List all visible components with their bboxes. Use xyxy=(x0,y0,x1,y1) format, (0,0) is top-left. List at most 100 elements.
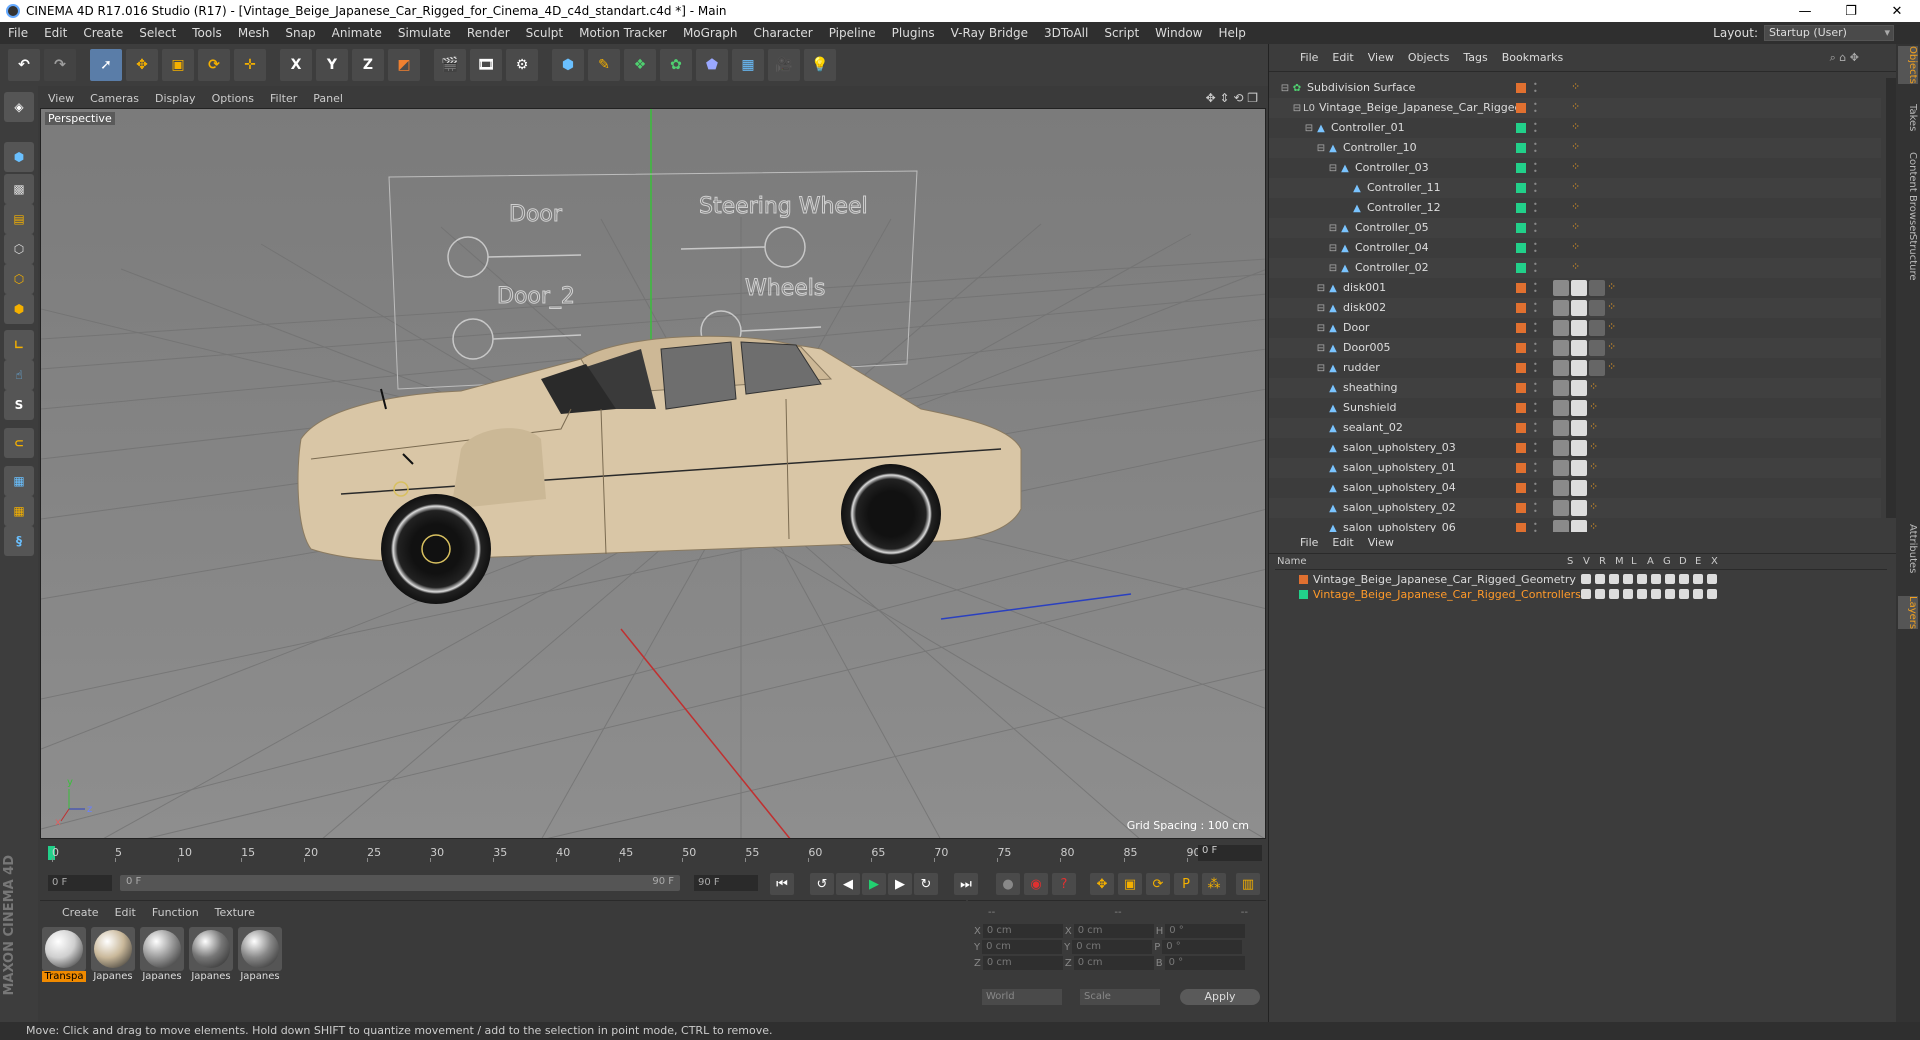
coord-value-field[interactable]: 0 ° xyxy=(1164,956,1245,970)
tag-icon[interactable] xyxy=(1589,320,1605,336)
object-menu-view[interactable]: View xyxy=(1361,51,1401,64)
material-swatch[interactable]: Japanes xyxy=(238,927,282,983)
expand-toggle-icon[interactable]: ⊟ xyxy=(1315,302,1327,314)
tag-icon[interactable] xyxy=(1553,480,1569,496)
undo-icon[interactable]: ↶ xyxy=(8,49,40,81)
timeline-window-icon[interactable]: ▥ xyxy=(1236,873,1260,895)
side-tab-content-browser[interactable]: Content Browser xyxy=(1898,152,1918,235)
object-layer-swatch[interactable] xyxy=(1516,163,1526,173)
layer-row[interactable]: Vintage_Beige_Japanese_Car_Rigged_Contro… xyxy=(1275,587,1887,602)
workplane-mode-icon[interactable]: ▤ xyxy=(4,204,34,234)
record-active-objects-icon[interactable]: ◉ xyxy=(1024,873,1048,895)
object-row[interactable]: ⊟ L0 Vintage_Beige_Japanese_Car_Rigged • • ⁘ xyxy=(1269,98,1881,118)
object-visibility-dots[interactable]: • • xyxy=(1533,441,1539,456)
spline-pen-icon[interactable]: ✎ xyxy=(588,49,620,81)
expand-toggle-icon[interactable] xyxy=(1315,382,1327,394)
phong-tag-icon[interactable]: ⁘ xyxy=(1589,480,1598,496)
model-mode-icon[interactable]: ⬢ xyxy=(4,142,34,172)
material-swatch[interactable]: Transpa xyxy=(42,927,86,983)
subdivision-surface-icon[interactable]: ❖ xyxy=(624,49,656,81)
menu-pipeline[interactable]: Pipeline xyxy=(821,26,884,40)
expand-toggle-icon[interactable]: ⊟ xyxy=(1327,262,1339,274)
previous-frame-icon[interactable]: ◀ xyxy=(836,873,860,895)
end-frame-field[interactable]: 90 F xyxy=(694,875,758,891)
object-row[interactable]: ▲ salon_upholstery_03 • • ⁘ xyxy=(1269,438,1881,458)
side-tab-attributes[interactable]: Attributes xyxy=(1898,524,1918,573)
close-button[interactable]: ✕ xyxy=(1874,0,1920,22)
menu-v-ray-bridge[interactable]: V-Ray Bridge xyxy=(943,26,1036,40)
tag-icon[interactable] xyxy=(1553,220,1569,236)
tag-icon[interactable] xyxy=(1571,460,1587,476)
camera-icon[interactable]: 🎥 xyxy=(768,49,800,81)
object-layer-swatch[interactable] xyxy=(1516,343,1526,353)
object-visibility-dots[interactable]: • • xyxy=(1533,301,1539,316)
key-position-icon[interactable]: ✥ xyxy=(1090,873,1114,895)
tag-icon[interactable] xyxy=(1571,440,1587,456)
expand-toggle-icon[interactable] xyxy=(1315,482,1327,494)
axis-mode-icon[interactable]: ∟ xyxy=(4,330,34,360)
object-visibility-dots[interactable]: • • xyxy=(1533,181,1539,196)
object-visibility-dots[interactable]: • • xyxy=(1533,201,1539,216)
phong-tag-icon[interactable]: ⁘ xyxy=(1571,120,1580,136)
tag-icon[interactable] xyxy=(1571,300,1587,316)
material-menu-edit[interactable]: Edit xyxy=(107,906,144,919)
tag-icon[interactable] xyxy=(1553,380,1569,396)
object-row[interactable]: ▲ Controller_12 • • ⁘ xyxy=(1269,198,1881,218)
menu-3dtoall[interactable]: 3DToAll xyxy=(1036,26,1096,40)
object-row[interactable]: ▲ salon_upholstery_04 • • ⁘ xyxy=(1269,478,1881,498)
expand-toggle-icon[interactable]: ⊟ xyxy=(1291,102,1303,114)
side-tab-objects[interactable]: Objects xyxy=(1898,46,1918,84)
layer-color-swatch[interactable] xyxy=(1299,575,1308,584)
cloner-icon[interactable]: ✿ xyxy=(660,49,692,81)
snap-icon[interactable]: S xyxy=(4,390,34,420)
magnet-icon[interactable]: ⊂ xyxy=(4,428,34,458)
layer-toggle-icon[interactable] xyxy=(1665,589,1675,599)
next-frame-icon[interactable]: ▶ xyxy=(888,873,912,895)
tag-icon[interactable] xyxy=(1589,300,1605,316)
light-icon[interactable]: 💡 xyxy=(804,49,836,81)
expand-toggle-icon[interactable] xyxy=(1339,202,1351,214)
object-layer-swatch[interactable] xyxy=(1516,383,1526,393)
object-row[interactable]: ⊟ ▲ disk002 • • ⁘ xyxy=(1269,298,1881,318)
object-visibility-dots[interactable]: • • xyxy=(1533,421,1539,436)
scale-icon[interactable]: ▣ xyxy=(162,49,194,81)
phong-tag-icon[interactable]: ⁘ xyxy=(1589,460,1598,476)
phong-tag-icon[interactable]: ⁘ xyxy=(1607,300,1616,316)
layer-toggle-icon[interactable] xyxy=(1665,574,1675,584)
coord-value-field[interactable]: 0 ° xyxy=(1165,924,1246,938)
polygons-mode-icon[interactable]: ⬢ xyxy=(4,294,34,324)
object-row[interactable]: ⊟ ▲ Controller_03 • • ⁘ xyxy=(1269,158,1881,178)
menu-select[interactable]: Select xyxy=(131,26,184,40)
object-menu-edit[interactable]: Edit xyxy=(1325,51,1360,64)
object-visibility-dots[interactable]: • • xyxy=(1533,381,1539,396)
viewport-menu-filter[interactable]: Filter xyxy=(262,92,305,105)
viewport-menu-view[interactable]: View xyxy=(40,92,82,105)
layer-toggle-icons[interactable] xyxy=(1581,589,1717,599)
material-swatch[interactable]: Japanes xyxy=(189,927,233,983)
object-row[interactable]: ⊟ ▲ Door • • ⁘ xyxy=(1269,318,1881,338)
tag-icon[interactable] xyxy=(1571,360,1587,376)
layer-color-swatch[interactable] xyxy=(1299,590,1308,599)
key-scale-icon[interactable]: ▣ xyxy=(1118,873,1142,895)
timeline-ruler[interactable]: 0 5 10 15 20 25 30 35 40 45 50 55 60 65 70 75 80 85 90 0 F xyxy=(40,840,1266,866)
layer-toggle-icon[interactable] xyxy=(1707,574,1717,584)
coordinate-system-icon[interactable]: ◩ xyxy=(388,49,420,81)
object-visibility-dots[interactable]: • • xyxy=(1533,481,1539,496)
menu-create[interactable]: Create xyxy=(75,26,131,40)
object-layer-swatch[interactable] xyxy=(1516,423,1526,433)
object-row[interactable]: ⊟ ▲ Controller_10 • • ⁘ xyxy=(1269,138,1881,158)
expand-toggle-icon[interactable] xyxy=(1339,182,1351,194)
previous-key-icon[interactable]: ↺ xyxy=(810,873,834,895)
expand-toggle-icon[interactable]: ⊟ xyxy=(1315,322,1327,334)
viewport-menu-display[interactable]: Display xyxy=(147,92,204,105)
menu-character[interactable]: Character xyxy=(745,26,820,40)
object-visibility-dots[interactable]: • • xyxy=(1533,281,1539,296)
phong-tag-icon[interactable]: ⁘ xyxy=(1571,180,1580,196)
object-menu-objects[interactable]: Objects xyxy=(1401,51,1457,64)
object-visibility-dots[interactable]: • • xyxy=(1533,261,1539,276)
layer-menu-file[interactable]: File xyxy=(1293,536,1325,549)
material-menu-texture[interactable]: Texture xyxy=(207,906,263,919)
coord-value-field[interactable]: 0 cm xyxy=(982,924,1063,938)
object-visibility-dots[interactable]: • • xyxy=(1533,121,1539,136)
tag-icon[interactable] xyxy=(1553,240,1569,256)
